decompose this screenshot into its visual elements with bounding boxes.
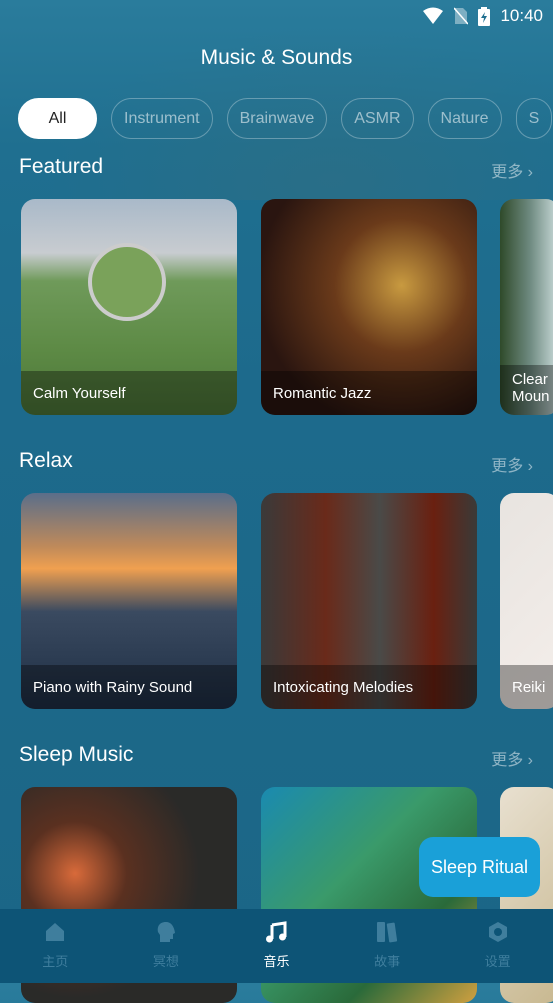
bottom-nav: 主页 冥想 音乐 故事 设置 xyxy=(0,909,553,983)
chip-instrument[interactable]: Instrument xyxy=(111,98,213,139)
music-note-icon xyxy=(266,921,287,943)
more-link-relax[interactable]: 更多 › xyxy=(491,452,533,476)
section-title-relax: Relax xyxy=(19,449,73,472)
card-label: Intoxicating Melodies xyxy=(261,665,477,709)
chip-brainwave[interactable]: Brainwave xyxy=(226,98,328,139)
more-label: 更多 xyxy=(491,752,524,769)
battery-charging-icon xyxy=(478,6,491,26)
nav-label: 音乐 xyxy=(263,954,290,969)
nav-label: 故事 xyxy=(374,954,401,969)
nav-home[interactable]: 主页 xyxy=(0,909,111,983)
category-chips: All Instrument Brainwave ASMR Nature S xyxy=(18,98,553,139)
section-title-sleep-music: Sleep Music xyxy=(19,743,134,766)
chip-asmr[interactable]: ASMR xyxy=(341,98,414,139)
chevron-right-icon: › xyxy=(527,752,533,769)
card-reiki[interactable]: Reiki xyxy=(500,493,553,709)
home-icon xyxy=(46,923,65,941)
nav-label: 冥想 xyxy=(152,954,179,969)
card-label: Piano with Rainy Sound xyxy=(21,665,237,709)
mirror-image xyxy=(88,243,166,321)
more-label: 更多 xyxy=(491,458,524,475)
section-title-featured: Featured xyxy=(19,155,104,178)
wifi-icon xyxy=(423,7,444,24)
chip-nature[interactable]: Nature xyxy=(427,98,502,139)
nav-label: 设置 xyxy=(484,954,511,969)
card-calm-yourself[interactable]: Calm Yourself xyxy=(21,199,237,415)
chip-partial[interactable]: S xyxy=(515,98,553,139)
nav-settings[interactable]: 设置 xyxy=(442,909,553,983)
chip-all[interactable]: All xyxy=(18,98,97,139)
card-clear-mountain[interactable]: Clear Moun xyxy=(500,199,553,415)
nav-music[interactable]: 音乐 xyxy=(221,909,332,983)
card-label: Clear Moun xyxy=(500,365,553,415)
more-link-sleep-music[interactable]: 更多 › xyxy=(491,746,533,770)
card-intoxicating-melodies[interactable]: Intoxicating Melodies xyxy=(261,493,477,709)
sleep-ritual-button[interactable]: Sleep Ritual xyxy=(419,837,540,897)
nav-meditation[interactable]: 冥想 xyxy=(111,909,222,983)
card-label: Calm Yourself xyxy=(21,371,237,415)
more-link-featured[interactable]: 更多 › xyxy=(491,158,533,182)
more-label: 更多 xyxy=(491,164,524,181)
card-label: Reiki xyxy=(500,665,553,709)
chevron-right-icon: › xyxy=(527,164,533,181)
clock: 10:40 xyxy=(500,6,543,25)
nav-stories[interactable]: 故事 xyxy=(332,909,443,983)
card-piano-rainy[interactable]: Piano with Rainy Sound xyxy=(21,493,237,709)
meditation-head-icon xyxy=(157,922,175,942)
nav-label: 主页 xyxy=(42,954,69,969)
status-bar: 10:40 xyxy=(422,0,553,32)
chevron-right-icon: › xyxy=(527,458,533,475)
settings-icon xyxy=(488,922,507,942)
card-label: Romantic Jazz xyxy=(261,371,477,415)
page-title: Music & Sounds xyxy=(200,46,353,69)
books-icon xyxy=(377,922,398,943)
no-sim-icon xyxy=(454,7,469,25)
card-romantic-jazz[interactable]: Romantic Jazz xyxy=(261,199,477,415)
